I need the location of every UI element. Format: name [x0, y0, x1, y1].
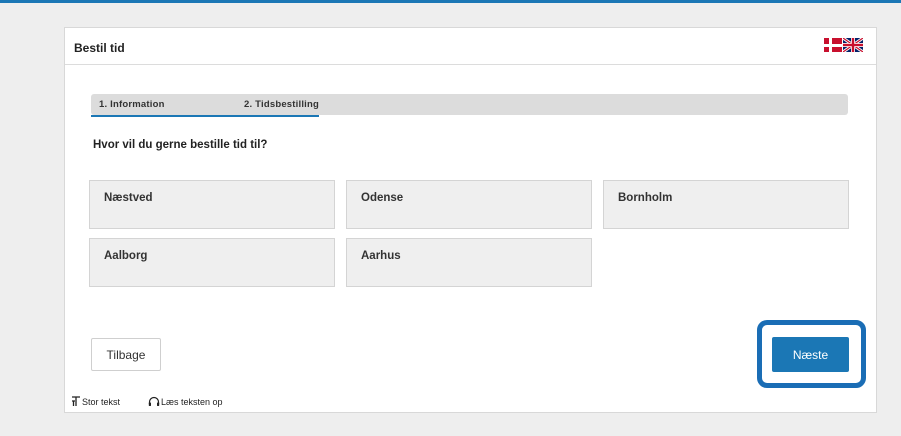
- step-progress-indicator: [91, 115, 319, 117]
- location-option-bornholm[interactable]: Bornholm: [603, 180, 849, 229]
- top-accent-line: [0, 0, 901, 3]
- panel-title: Bestil tid: [74, 41, 125, 55]
- location-label: Aarhus: [361, 250, 401, 262]
- panel-header: Bestil tid: [65, 28, 876, 65]
- location-option-aalborg[interactable]: Aalborg: [89, 238, 335, 287]
- large-text-toggle[interactable]: Stor tekst: [71, 396, 120, 407]
- location-option-naestved[interactable]: Næstved: [89, 180, 335, 229]
- uk-flag-icon[interactable]: [843, 38, 863, 52]
- location-label: Aalborg: [104, 250, 148, 262]
- large-text-label: Stor tekst: [82, 396, 121, 407]
- location-label: Odense: [361, 192, 404, 204]
- read-aloud-button[interactable]: Læs teksten op: [148, 396, 223, 407]
- location-label: Næstved: [104, 192, 153, 204]
- danish-flag-icon[interactable]: [824, 38, 842, 52]
- back-button[interactable]: Tilbage: [91, 338, 161, 371]
- next-button[interactable]: Næste: [772, 337, 849, 372]
- step-progress-bar: 1. Information 2. Tidsbestilling: [91, 94, 848, 115]
- read-aloud-label: Læs teksten op: [161, 396, 223, 407]
- location-option-aarhus[interactable]: Aarhus: [346, 238, 592, 287]
- headphones-icon: [148, 396, 160, 406]
- language-switcher: [824, 38, 863, 52]
- step-information: 1. Information: [99, 99, 165, 110]
- booking-panel: Bestil tid 1. Information 2. Tidsbestill…: [64, 27, 877, 413]
- text-size-icon: [72, 396, 80, 406]
- question-heading: Hvor vil du gerne bestille tid til?: [93, 139, 268, 151]
- location-option-odense[interactable]: Odense: [346, 180, 592, 229]
- location-label: Bornholm: [618, 192, 673, 204]
- step-booking: 2. Tidsbestilling: [244, 99, 320, 110]
